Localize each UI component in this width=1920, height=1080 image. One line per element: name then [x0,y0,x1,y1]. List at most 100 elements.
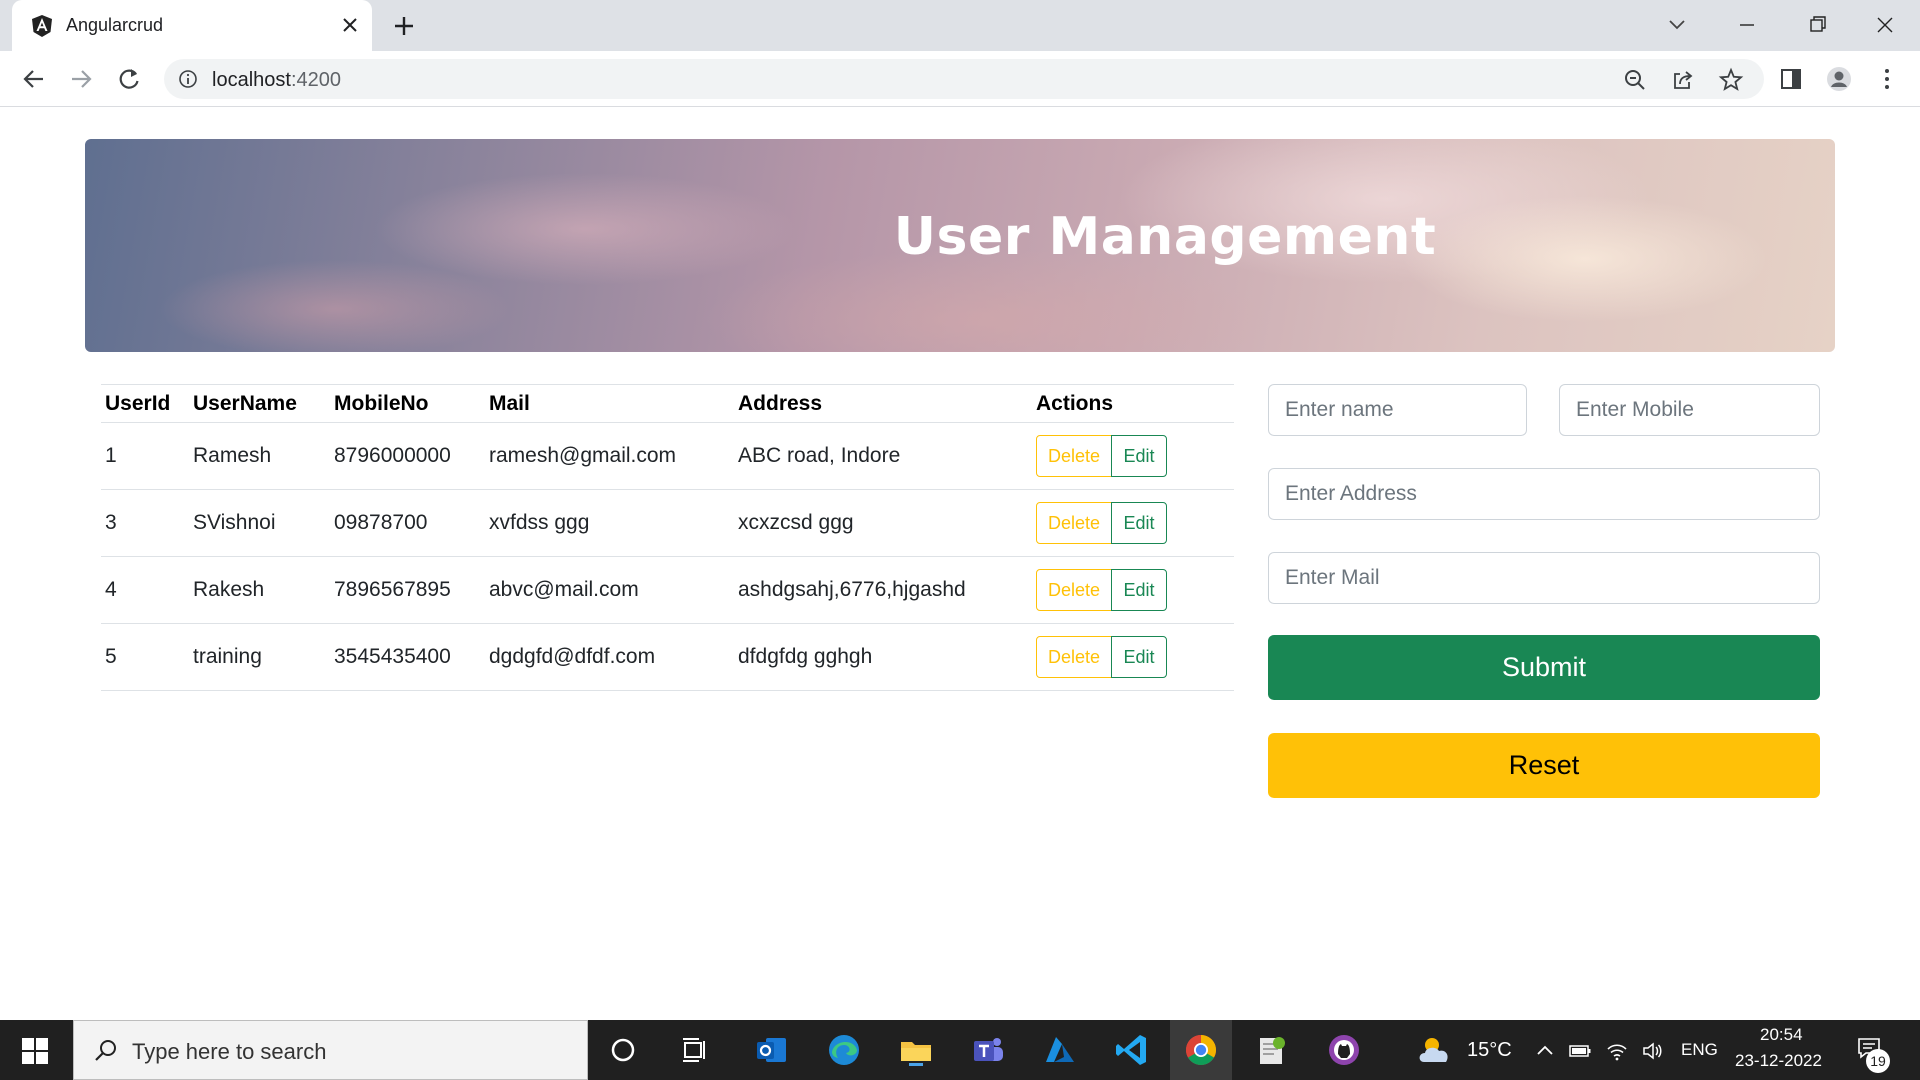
cell-mail: dgdgfd@dfdf.com [485,623,734,691]
browser-toolbar: localhost:4200 [0,51,1920,107]
users-table: UserId UserName MobileNo Mail Address Ac… [101,384,1234,691]
table-row: 3 SVishnoi 09878700 xvfdss ggg xcxzcsd g… [101,489,1234,557]
delete-button[interactable]: Delete [1036,569,1112,611]
edge-icon[interactable] [824,1030,864,1070]
menu-kebab-icon[interactable] [1874,66,1900,92]
close-tab-icon[interactable] [338,13,362,37]
cell-mail: abvc@mail.com [485,556,734,624]
page-title: User Management [893,207,1437,267]
table-row: 4 Rakesh 7896567895 abvc@mail.com ashdgs… [101,556,1234,624]
taskbar: Type here to search 15°C ENG 20:54 23-12… [0,1020,1920,1080]
back-arrow-icon[interactable] [20,65,48,93]
azure-icon[interactable] [1040,1030,1080,1070]
browser-tab[interactable]: Angularcrud [12,0,372,51]
cell-actions: Delete Edit [1032,489,1234,557]
cell-address: dfdgfdg gghgh [734,623,1032,691]
url-text: localhost:4200 [212,69,341,92]
submit-button[interactable]: Submit [1268,635,1820,700]
windows-start-icon[interactable] [20,1036,50,1066]
column-header: Mail [485,384,734,423]
chrome-icon[interactable] [1181,1030,1221,1070]
tab-title: Angularcrud [66,15,164,35]
column-header: UserId [101,384,189,423]
notepad-plus-icon[interactable] [1252,1030,1292,1070]
tab-strip: Angularcrud [0,0,1920,51]
url-port: :4200 [290,69,341,91]
clock-date[interactable]: 23-12-2022 [1735,1051,1822,1071]
volume-icon[interactable] [1641,1040,1663,1062]
cell-actions: Delete Edit [1032,556,1234,624]
column-header: UserName [189,384,330,423]
address-bar[interactable]: localhost:4200 [164,59,1764,99]
url-host: localhost [212,69,291,91]
cell-actions: Delete Edit [1032,422,1234,490]
cell-userid: 5 [101,623,189,691]
search-icon [95,1040,116,1061]
cell-mobile: 8796000000 [330,422,485,490]
notification-badge: 19 [1866,1049,1890,1073]
edit-button[interactable]: Edit [1111,502,1167,544]
bookmark-star-icon[interactable] [1718,67,1744,93]
chevron-up-icon[interactable] [1534,1040,1556,1062]
cell-address: xcxzcsd ggg [734,489,1032,557]
zoom-icon[interactable] [1622,67,1648,93]
cell-userid: 1 [101,422,189,490]
edit-button[interactable]: Edit [1111,569,1167,611]
minimize-icon[interactable] [1730,10,1764,40]
cell-userid: 4 [101,556,189,624]
cell-mobile: 3545435400 [330,623,485,691]
teams-icon[interactable] [968,1030,1008,1070]
tab-search-chevron-icon[interactable] [1660,10,1694,40]
forward-arrow-icon[interactable] [67,65,95,93]
restore-icon[interactable] [1800,10,1834,40]
edit-button[interactable]: Edit [1111,435,1167,477]
delete-button[interactable]: Delete [1036,435,1112,477]
cell-address: ABC road, Indore [734,422,1032,490]
cell-mobile: 7896567895 [330,556,485,624]
profile-avatar-icon[interactable] [1826,66,1852,92]
weather-temperature: 15°C [1467,1039,1512,1061]
cell-mobile: 09878700 [330,489,485,557]
close-window-icon[interactable] [1868,10,1902,40]
site-info-icon[interactable] [178,69,198,89]
column-header: Address [734,384,1032,423]
cell-username: SVishnoi [189,489,330,557]
cell-mail: xvfdss ggg [485,489,734,557]
mobile-input[interactable] [1559,384,1820,436]
cell-username: training [189,623,330,691]
reload-icon[interactable] [115,65,143,93]
outlook-icon[interactable] [752,1030,792,1070]
cortana-icon[interactable] [603,1030,643,1070]
clock-time[interactable]: 20:54 [1760,1025,1803,1045]
taskbar-search-box[interactable]: Type here to search [73,1020,588,1080]
cell-mail: ramesh@gmail.com [485,422,734,490]
reset-button[interactable]: Reset [1268,733,1820,798]
weather-cloud-icon[interactable] [1414,1032,1456,1068]
cell-address: ashdgsahj,6776,hjgashd [734,556,1032,624]
table-row: 1 Ramesh 8796000000 ramesh@gmail.com ABC… [101,422,1234,490]
table-row: 5 training 3545435400 dgdgfd@dfdf.com df… [101,623,1234,691]
cell-userid: 3 [101,489,189,557]
file-explorer-icon[interactable] [896,1030,936,1070]
cell-actions: Delete Edit [1032,623,1234,691]
share-icon[interactable] [1670,67,1696,93]
new-tab-icon[interactable] [390,12,418,40]
app-page: User Management UserId UserName MobileNo… [0,108,1920,1020]
network-wifi-icon[interactable] [1606,1040,1628,1062]
cell-username: Ramesh [189,422,330,490]
task-view-icon[interactable] [675,1030,715,1070]
side-panel-icon[interactable] [1778,66,1804,92]
battery-icon[interactable] [1569,1040,1591,1062]
language-indicator[interactable]: ENG [1681,1040,1718,1060]
edit-button[interactable]: Edit [1111,636,1167,678]
github-desktop-icon[interactable] [1324,1030,1364,1070]
cell-username: Rakesh [189,556,330,624]
name-input[interactable] [1268,384,1527,436]
vscode-icon[interactable] [1112,1030,1152,1070]
search-placeholder: Type here to search [132,1039,327,1064]
address-input[interactable] [1268,468,1820,520]
angular-logo-icon [32,15,52,37]
delete-button[interactable]: Delete [1036,636,1112,678]
mail-input[interactable] [1268,552,1820,604]
delete-button[interactable]: Delete [1036,502,1112,544]
